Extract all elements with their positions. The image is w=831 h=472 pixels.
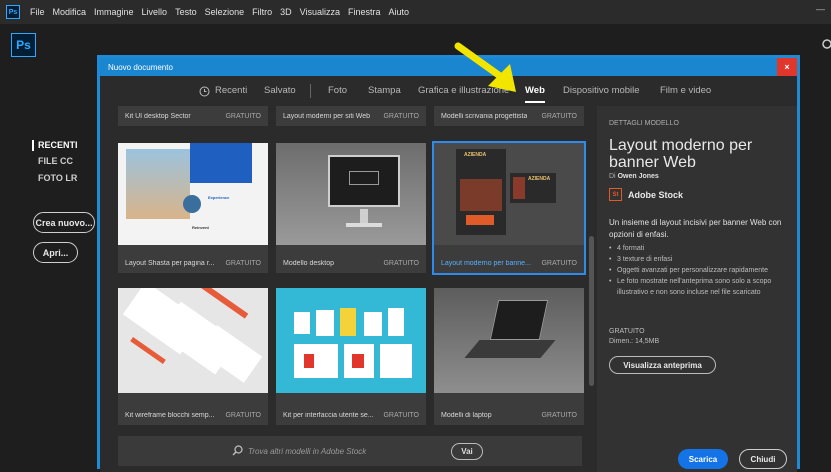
nav-file-cc[interactable]: FILE CC [38,156,73,166]
details-price: GRATUITO [609,328,645,335]
left-nav: RECENTI FILE CC FOTO LR Crea nuovo... Ap… [0,68,97,469]
preview-button[interactable]: Visualizza anteprima [609,356,716,374]
template-thumbnail [276,143,426,245]
template-card[interactable]: Kit UI desktop Sector GRATUITO [118,106,268,126]
dialog-close-button[interactable]: × [777,58,797,76]
template-card-selected[interactable]: AZIENDA AZIENDA Layout moderno per banne… [432,141,586,275]
category-tabs: Recenti Salvato Foto Stampa Grafica e il… [100,76,797,106]
open-button[interactable]: Apri... [33,242,78,263]
details-author: Di Owen Jones [609,173,659,180]
photoshop-logo[interactable]: Ps [11,33,36,57]
create-new-button[interactable]: Crea nuovo... [33,212,95,233]
menu-file[interactable]: File [26,7,49,17]
template-label: Modello desktop [283,260,334,267]
minimize-button[interactable]: — [816,4,825,14]
download-button[interactable]: Scarica [678,449,728,469]
template-label: Layout moderno per banne... [441,260,531,267]
menu-3d[interactable]: 3D [276,7,296,17]
template-label: Kit UI desktop Sector [125,113,191,120]
tab-recenti[interactable]: Recenti [215,85,247,96]
template-scrollbar[interactable] [589,106,594,426]
new-document-dialog: Nuovo documento × Recenti Salvato Foto S… [97,55,800,472]
menu-visualizza[interactable]: Visualizza [296,7,344,17]
template-details-panel: DETTAGLI MODELLO Layout moderno per bann… [597,106,797,472]
stock-search-go-button[interactable]: Vai [451,443,483,460]
template-price: GRATUITO [541,260,577,267]
template-label: Layout moderni per siti Web [283,113,371,120]
template-price: GRATUITO [383,412,419,419]
close-button[interactable]: Chiudi [739,449,787,469]
tab-foto[interactable]: Foto [328,85,347,96]
template-card[interactable]: Layout moderni per siti Web GRATUITO [276,106,426,126]
clock-icon [199,86,210,97]
search-icon [232,445,243,456]
menu-selezione[interactable]: Selezione [201,7,249,17]
menu-modifica[interactable]: Modifica [49,7,91,17]
template-label: Modelli di laptop [441,412,492,419]
template-label: Kit per interfaccia utente se... [283,412,374,419]
nav-recenti[interactable]: RECENTI [32,140,78,151]
stock-search-input[interactable] [248,443,428,459]
tab-film-video[interactable]: Film e video [660,85,711,96]
menu-aiuto[interactable]: Aiuto [385,7,414,17]
template-grid: Kit UI desktop Sector GRATUITO Layout mo… [100,106,597,472]
template-thumbnail [434,288,584,393]
template-card[interactable]: Modello desktop GRATUITO [276,143,426,273]
nav-foto-lr[interactable]: FOTO LR [38,173,77,183]
tab-separator [310,84,311,98]
template-card[interactable]: Experience Reinvent Layout Shasta per pa… [118,143,268,273]
template-price: GRATUITO [541,412,577,419]
template-price: GRATUITO [225,260,261,267]
template-thumbnail: Experience Reinvent [118,143,268,245]
details-template-title: Layout moderno per banner Web [609,137,753,171]
feature-item: 3 texture di enfasi [609,254,794,265]
template-thumbnail [276,288,426,393]
template-card[interactable]: Modelli scrivania progettista GRATUITO [434,106,584,126]
template-label: Modelli scrivania progettista [441,113,528,120]
menu-immagine[interactable]: Immagine [90,7,138,17]
feature-item: Oggetti avanzati per personalizzare rapi… [609,265,794,276]
menu-bar: Ps File Modifica Immagine Livello Testo … [0,0,831,24]
feature-item: Le foto mostrate nell'anteprima sono sol… [609,276,794,298]
template-price: GRATUITO [541,113,577,120]
search-icon[interactable] [819,38,831,52]
tab-stampa[interactable]: Stampa [368,85,401,96]
scrollbar-thumb[interactable] [589,236,594,386]
template-label: Layout Shasta per pagina r... [125,260,215,267]
adobe-stock-icon: St [609,188,622,201]
details-size: Dimen.: 14,5MB [609,338,660,345]
menu-finestra[interactable]: Finestra [344,7,385,17]
template-thumbnail: AZIENDA AZIENDA [434,143,584,245]
dialog-title: Nuovo documento [100,58,797,76]
details-description: Un insieme di layout incisivi per banner… [609,218,782,239]
template-card[interactable]: Modelli di laptop GRATUITO [434,288,584,425]
annotation-arrow-icon [454,42,516,92]
template-price: GRATUITO [383,260,419,267]
template-price: GRATUITO [225,412,261,419]
template-card[interactable]: Kit wireframe blocchi semp... GRATUITO [118,288,268,425]
menu-livello[interactable]: Livello [138,7,172,17]
photoshop-app-icon: Ps [6,5,20,19]
template-card[interactable]: Kit per interfaccia utente se... GRATUIT… [276,288,426,425]
menu-testo[interactable]: Testo [171,7,201,17]
menu-filtro[interactable]: Filtro [248,7,276,17]
template-thumbnail [118,288,268,393]
stock-search-bar: Vai [118,436,582,466]
details-section-title: DETTAGLI MODELLO [609,120,679,127]
template-price: GRATUITO [383,113,419,120]
details-features: 4 formati 3 texture di enfasi Oggetti av… [609,243,794,298]
template-price: GRATUITO [225,113,261,120]
adobe-stock-label: Adobe Stock [628,190,684,200]
tab-dispositivo-mobile[interactable]: Dispositivo mobile [563,85,640,96]
feature-item: 4 formati [609,243,794,254]
tab-salvato[interactable]: Salvato [264,85,296,96]
template-label: Kit wireframe blocchi semp... [125,412,215,419]
